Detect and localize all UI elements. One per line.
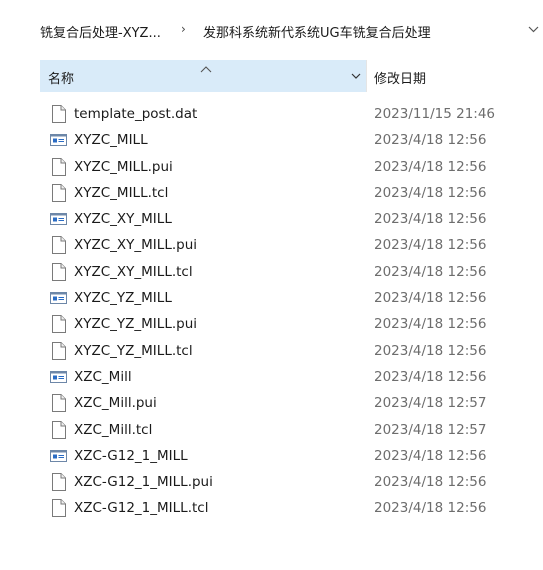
file-row[interactable]: XZC_Mill 2023/4/18 12:56 (40, 364, 543, 390)
file-date-modified: 2023/4/18 12:56 (374, 158, 487, 175)
file-date-modified: 2023/4/18 12:56 (374, 316, 487, 333)
file-date-modified: 2023/4/18 12:56 (374, 342, 487, 359)
file-name: template_post.dat (74, 106, 198, 122)
document-icon (50, 262, 67, 281)
file-name: XYZC_XY_MILL.pui (74, 237, 198, 254)
file-list: template_post.dat 2023/11/15 21:46 XYZC_MI… (40, 101, 543, 522)
breadcrumb-current-folder[interactable]: 发那科系统新代系统UG车铣复合后处理 (203, 22, 431, 41)
file-row[interactable]: XZC_Mill.tcl 2023/4/18 12:57 (40, 417, 543, 443)
document-icon (50, 157, 67, 176)
column-header: 名称 修改日期 (40, 60, 543, 92)
file-row[interactable]: XYZC_MILL.tcl 2023/4/18 12:56 (40, 180, 543, 206)
file-row[interactable]: XZC-G12_1_MILL.pui 2023/4/18 12:56 (40, 469, 543, 495)
file-row[interactable]: XYZC_XY_MILL.tcl 2023/4/18 12:56 (40, 259, 543, 285)
app-window-icon (50, 131, 67, 149)
file-name: XZC_Mill.tcl (74, 421, 153, 438)
file-date-modified: 2023/4/18 12:56 (374, 474, 487, 491)
file-name: XZC-G12_1_MILL.tcl (74, 500, 209, 517)
file-date-modified: 2023/4/18 12:56 (374, 132, 487, 149)
file-explorer-window: 铣复合后处理-XYZ... › 发那科系统新代系统UG车铣复合后处理 名称 修改… (0, 0, 543, 570)
file-name: XYZC_XY_MILL (74, 211, 172, 228)
column-header-name[interactable]: 名称 (40, 60, 366, 92)
document-icon (50, 473, 67, 492)
file-date-modified: 2023/4/18 12:56 (374, 447, 487, 464)
document-icon (50, 105, 67, 123)
file-name: XYZC_YZ_MILL.pui (74, 316, 198, 333)
column-header-date-modified[interactable]: 修改日期 (374, 68, 426, 87)
file-date-modified: 2023/4/18 12:57 (374, 395, 487, 412)
document-icon (50, 341, 67, 360)
app-window-icon (50, 368, 67, 386)
file-row[interactable]: XYZC_MILL 2023/4/18 12:56 (40, 127, 543, 153)
app-window-icon (50, 289, 67, 307)
file-row[interactable]: XYZC_XY_MILL 2023/4/18 12:56 (40, 206, 543, 232)
app-window-icon (50, 447, 67, 465)
file-row[interactable]: XZC-G12_1_MILL 2023/4/18 12:56 (40, 443, 543, 469)
file-name: XZC_Mill (74, 368, 132, 385)
file-date-modified: 2023/11/15 21:46 (374, 106, 496, 122)
document-icon (50, 236, 67, 255)
file-name: XZC-G12_1_MILL.pui (74, 474, 213, 491)
document-icon (50, 183, 67, 202)
chevron-down-icon[interactable] (346, 60, 366, 92)
file-date-modified: 2023/4/18 12:57 (374, 421, 487, 438)
sort-ascending-icon (200, 62, 212, 73)
file-name: XYZC_XY_MILL.tcl (74, 263, 193, 280)
file-name: XYZC_YZ_MILL.tcl (74, 342, 193, 359)
file-row[interactable]: XZC_Mill.pui 2023/4/18 12:57 (40, 390, 543, 416)
file-row[interactable]: XYZC_YZ_MILL.tcl 2023/4/18 12:56 (40, 338, 543, 364)
file-name: XYZC_MILL (74, 132, 148, 149)
breadcrumb: 铣复合后处理-XYZ... › 发那科系统新代系统UG车铣复合后处理 (0, 0, 543, 58)
breadcrumb-parent-folder[interactable]: 铣复合后处理-XYZ... (40, 22, 161, 41)
file-date-modified: 2023/4/18 12:56 (374, 184, 487, 201)
file-row[interactable]: XYZC_XY_MILL.pui 2023/4/18 12:56 (40, 232, 543, 258)
column-name-label: 名称 (48, 72, 75, 87)
file-date-modified: 2023/4/18 12:56 (374, 290, 487, 307)
document-icon (50, 499, 67, 518)
file-date-modified: 2023/4/18 12:56 (374, 263, 487, 280)
document-icon (50, 420, 67, 439)
document-icon (50, 394, 67, 413)
file-row[interactable]: XZC-G12_1_MILL.tcl 2023/4/18 12:56 (40, 495, 543, 521)
file-date-modified: 2023/4/18 12:56 (374, 500, 487, 517)
document-icon (50, 315, 67, 334)
file-row[interactable]: XYZC_MILL.pui 2023/4/18 12:56 (40, 154, 543, 180)
file-row[interactable]: template_post.dat 2023/11/15 21:46 (40, 101, 543, 127)
file-date-modified: 2023/4/18 12:56 (374, 211, 487, 228)
file-date-modified: 2023/4/18 12:56 (374, 237, 487, 254)
chevron-right-icon[interactable]: › (181, 22, 186, 36)
file-name: XYZC_YZ_MILL (74, 290, 172, 307)
chevron-down-icon[interactable] (526, 22, 540, 36)
file-row[interactable]: XYZC_YZ_MILL 2023/4/18 12:56 (40, 285, 543, 311)
file-date-modified: 2023/4/18 12:56 (374, 368, 487, 385)
file-name: XYZC_MILL.tcl (74, 184, 169, 201)
column-divider[interactable] (366, 60, 367, 92)
file-name: XZC-G12_1_MILL (74, 447, 188, 464)
app-window-icon (50, 210, 67, 228)
file-name: XYZC_MILL.pui (74, 158, 173, 175)
file-name: XZC_Mill.pui (74, 395, 157, 412)
file-row[interactable]: XYZC_YZ_MILL.pui 2023/4/18 12:56 (40, 311, 543, 337)
